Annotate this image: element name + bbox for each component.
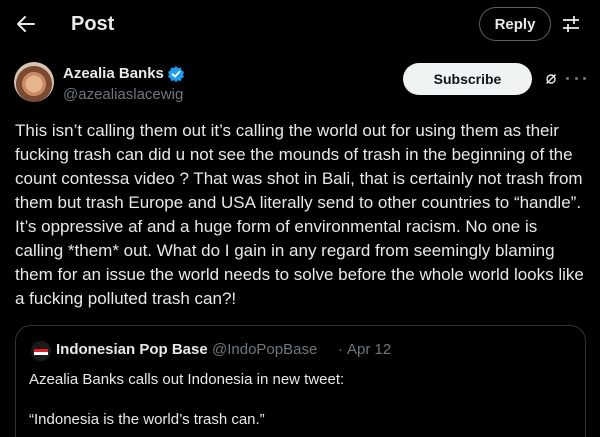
- quoted-date[interactable]: Apr 12: [347, 340, 391, 360]
- author-display-name[interactable]: Azealia Banks: [63, 64, 164, 84]
- quoted-avatar[interactable]: [31, 341, 51, 361]
- reply-button[interactable]: Reply: [479, 7, 551, 41]
- avatar[interactable]: [14, 62, 54, 102]
- quoted-text-line-1: Azealia Banks calls out Indonesia in new…: [29, 371, 345, 388]
- subscribe-button[interactable]: Subscribe: [403, 63, 532, 95]
- quoted-separator: ·: [338, 341, 343, 358]
- author-handle[interactable]: @azealiaslacewig: [63, 85, 183, 105]
- sliders-icon[interactable]: [561, 14, 581, 34]
- page-title: Post: [71, 13, 115, 35]
- more-icon[interactable]: [566, 70, 586, 86]
- verified-badge-icon[interactable]: [167, 65, 185, 83]
- quoted-text-line-2: “Indonesia is the world’s trash can.”: [29, 411, 265, 428]
- quoted-display-name[interactable]: Indonesian Pop Base: [56, 340, 208, 360]
- top-bar: Post Reply: [0, 0, 600, 48]
- grok-icon[interactable]: [545, 72, 557, 84]
- quoted-post-card[interactable]: Indonesian Pop Base @IndoPopBase · Apr 1…: [15, 325, 586, 437]
- quoted-handle[interactable]: @IndoPopBase: [212, 340, 317, 360]
- tweet-text: This isn’t calling them out it’s calling…: [15, 121, 589, 308]
- back-arrow-icon[interactable]: [14, 12, 38, 36]
